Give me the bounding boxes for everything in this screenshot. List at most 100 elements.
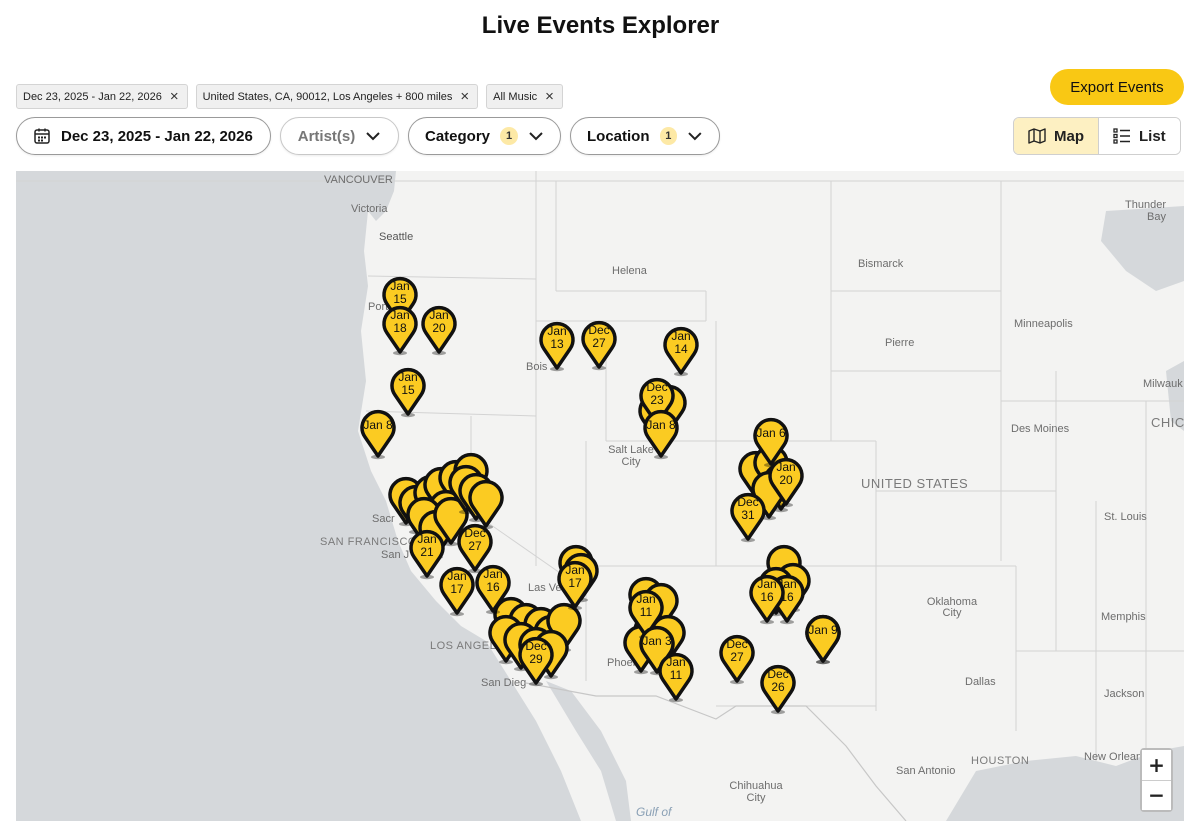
map-label-gulf: Gulf of [636,805,672,819]
event-pin[interactable]: Jan 20 [766,454,806,508]
event-pin-day: 26 [771,680,785,694]
event-pin[interactable]: Jan 11 [656,649,696,703]
event-pin-label: Dec 27 [717,638,757,664]
map-label-st-louis: St. Louis [1104,511,1147,523]
event-pin-label: Dec 26 [758,668,798,694]
event-pin-label: Jan 17 [437,570,477,596]
location-filter[interactable]: Location 1 [570,117,720,155]
chip-location: United States, CA, 90012, Los Angeles + … [195,84,479,109]
map-view-button[interactable]: Map [1014,118,1099,154]
map-basemap [16,171,1184,821]
event-pin-day: 27 [730,650,744,664]
event-pin-month: Jan [417,532,437,546]
map-label-pierre: Pierre [885,337,915,349]
category-filter[interactable]: Category 1 [408,117,561,155]
map-label-thunder-bay: Thunder Bay [1125,199,1166,223]
event-pin-day: 27 [592,336,606,350]
event-pin[interactable]: Jan 18 [380,302,420,356]
chip-remove-icon[interactable]: × [170,89,179,104]
map-label-chihuahua-city: Chihuahua City [729,780,783,804]
chip-remove-icon[interactable]: × [545,89,554,104]
export-events-button[interactable]: Export Events [1050,69,1184,105]
chevron-down-icon [529,132,543,141]
zoom-out-button[interactable]: − [1142,780,1171,810]
chip-label: Dec 23, 2025 - Jan 22, 2026 [23,90,162,103]
event-pin[interactable]: Jan 8 [358,406,398,460]
live-events-explorer-page: Live Events Explorer Dec 23, 2025 - Jan … [0,0,1201,836]
event-pin-label: Jan 16 [747,578,787,604]
list-view-button[interactable]: List [1099,118,1180,154]
event-pin-month: Jan 3 [642,634,672,648]
map-label-houston: HOUSTON [971,755,1030,767]
event-pin[interactable]: Dec 27 [717,631,757,685]
map-label-new-orleans: New Orlean [1084,751,1143,763]
event-pin-day: 13 [550,337,564,351]
event-pin-label: Jan 18 [380,309,420,335]
event-pin[interactable]: Dec 31 [728,489,768,543]
event-pin-month: Jan [776,460,796,474]
event-pin[interactable]: Jan 16 [747,571,787,625]
event-pin-month: Dec [525,639,547,653]
event-pin[interactable]: Dec 29 [516,633,556,687]
event-pin-label: Dec 29 [516,640,556,666]
event-pin[interactable]: Jan 16 [473,561,513,615]
chevron-down-icon [366,132,380,141]
event-pin-label: Jan 6 [751,427,791,440]
artist-filter[interactable]: Artist(s) [280,117,399,155]
map-label-dallas: Dallas [965,676,996,688]
calendar-icon [34,128,50,144]
event-pin-month: Jan [757,577,777,591]
event-pin[interactable]: Jan 14 [661,323,701,377]
event-pin-label: Jan 20 [766,461,806,487]
map-label-minneapolis: Minneapolis [1014,318,1073,330]
event-pin-month: Dec [726,637,748,651]
event-pin[interactable]: Jan 17 [555,557,595,611]
map-label-oklahoma-city: Oklahoma City [926,596,978,619]
event-pin[interactable]: Jan 13 [537,318,577,372]
view-toggle: Map List [1013,117,1181,155]
event-pin-label: Jan 9 [803,624,843,637]
event-pin-day: 20 [432,321,446,335]
event-pin-label: Jan 13 [537,325,577,351]
zoom-in-button[interactable]: + [1142,750,1171,781]
event-pin-label: Jan 11 [626,593,666,619]
event-pin[interactable]: Jan 17 [437,563,477,617]
chip-category: All Music × [486,84,563,109]
event-pin-month: Dec [588,323,610,337]
list-icon [1113,128,1130,144]
event-pin-month: Dec [767,667,789,681]
event-pin[interactable]: Dec 27 [579,317,619,371]
event-pin-month: Dec [646,380,668,394]
chip-remove-icon[interactable]: × [460,89,469,104]
event-pin[interactable]: Jan 8 [641,406,681,460]
map-label-jackson: Jackson [1104,688,1145,700]
events-map[interactable]: VANCOUVER Victoria Seattle Port Helena B… [16,171,1184,821]
event-pin-day: 29 [529,652,543,666]
event-pin-month: Jan 6 [756,426,786,440]
map-label-memphis: Memphis [1101,611,1146,623]
event-pin-day: 17 [568,576,582,590]
event-pin-month: Dec [464,526,486,540]
chip-label: United States, CA, 90012, Los Angeles + … [202,90,453,103]
event-pin[interactable]: Jan 20 [419,302,459,356]
event-pin-month: Jan [565,563,585,577]
event-pin-label: Jan 17 [555,564,595,590]
location-count-badge: 1 [659,127,678,145]
map-label-san-francisco: SAN FRANCISCO [320,536,417,548]
event-pin[interactable]: Dec 26 [758,661,798,715]
map-label-victoria: Victoria [351,203,388,215]
event-pin-label: Jan 14 [661,330,701,356]
page-title: Live Events Explorer [481,12,720,39]
event-pin-label: Jan 3 [637,635,677,648]
map-label-milwaukee: Milwauk [1143,378,1183,390]
chip-date-range: Dec 23, 2025 - Jan 22, 2026 × [16,84,188,109]
event-pin-label: Jan 16 [473,568,513,594]
event-pin-label: Jan 8 [641,419,681,432]
date-range-filter[interactable]: Dec 23, 2025 - Jan 22, 2026 [16,117,271,155]
map-label-san-antonio: San Antonio [896,765,956,777]
event-pin-label: Jan 21 [407,533,447,559]
event-pin[interactable]: Jan 9 [803,611,843,665]
event-pin-month: Jan [636,592,656,606]
event-pin-day: 23 [650,393,664,407]
event-pin-day: 15 [401,383,415,397]
